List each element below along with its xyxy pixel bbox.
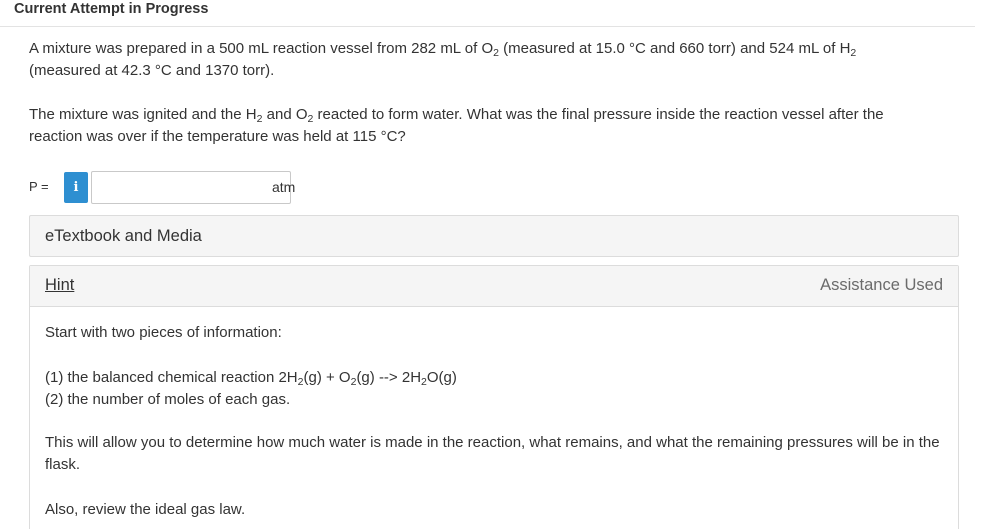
attempt-title: Current Attempt in Progress: [14, 1, 209, 17]
question-paragraph-2: The mixture was ignited and the H2 and O…: [29, 106, 884, 145]
hint-panel: Hint Assistance Used Start with two piec…: [29, 265, 959, 529]
page: Current Attempt in Progress A mixture wa…: [0, 0, 1001, 529]
pressure-answer-input[interactable]: [91, 171, 291, 204]
assistance-used-label: Assistance Used: [820, 276, 943, 294]
hint-reaction-line: (1) the balanced chemical reaction 2H2(g…: [45, 369, 457, 388]
hint-ideal-gas-law: Also, review the ideal gas law.: [45, 501, 246, 518]
etextbook-media-panel[interactable]: eTextbook and Media: [29, 215, 959, 257]
info-icon[interactable]: i: [64, 172, 88, 203]
hint-link[interactable]: Hint: [45, 276, 74, 295]
unit-label: atm: [272, 179, 296, 195]
hint-header: Hint Assistance Used: [30, 266, 958, 307]
hint-explanation: This will allow you to determine how muc…: [45, 434, 940, 473]
etextbook-media-label: eTextbook and Media: [45, 227, 202, 245]
hint-intro: Start with two pieces of information:: [45, 324, 282, 341]
attempt-header: Current Attempt in Progress: [0, 0, 975, 27]
question-paragraph-1: A mixture was prepared in a 500 mL react…: [29, 40, 857, 79]
answer-row: P = i atm: [29, 171, 429, 204]
hint-moles-line: (2) the number of moles of each gas.: [45, 391, 291, 408]
pressure-label: P =: [29, 179, 49, 194]
